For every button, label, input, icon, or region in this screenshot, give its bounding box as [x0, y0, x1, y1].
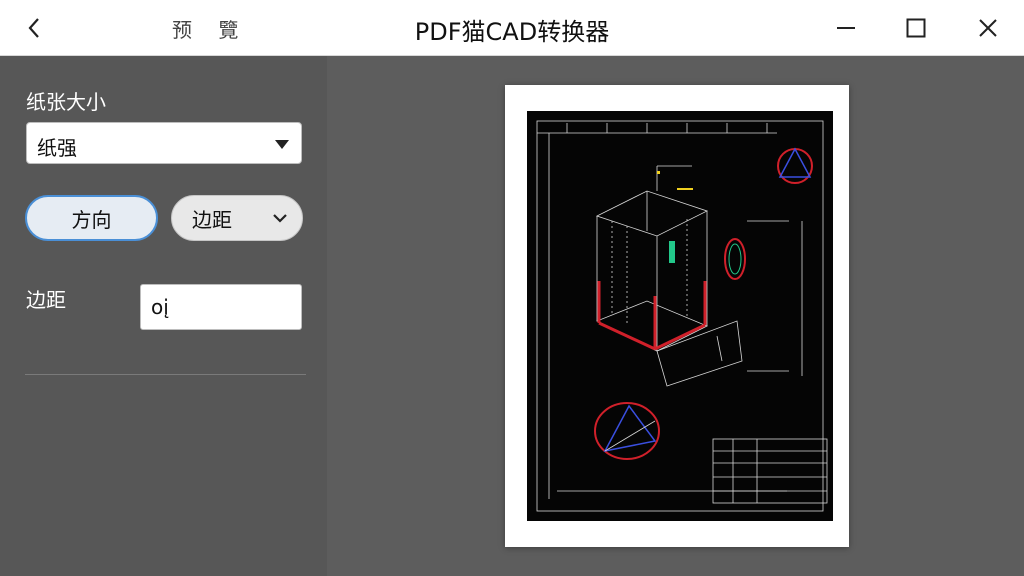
settings-sidebar: 纸张大小 纸强 方向 边距 边距 [0, 56, 327, 576]
paper-size-dropdown[interactable]: 纸强 [26, 122, 302, 164]
margin-button-label: 边距 [192, 207, 232, 232]
margin-input[interactable] [140, 284, 302, 330]
paper-size-label: 纸张大小 [26, 90, 106, 114]
margin-label: 边距 [26, 288, 66, 312]
sidebar-divider [25, 374, 306, 375]
title-bar: 预 覽 PDF猫CAD转换器 [0, 0, 1024, 56]
minimize-icon [837, 27, 855, 29]
close-button[interactable] [968, 8, 1008, 48]
preview-area [327, 56, 1024, 576]
minimize-button[interactable] [826, 8, 866, 48]
paper-size-value: 纸强 [37, 136, 77, 160]
close-icon [979, 19, 997, 37]
margin-dropdown-button[interactable]: 边距 [171, 195, 303, 241]
caret-down-icon [275, 140, 289, 149]
chevron-down-icon [273, 214, 287, 223]
maximize-button[interactable] [896, 8, 936, 48]
cad-drawing-image [527, 111, 833, 521]
preview-page [505, 85, 849, 547]
maximize-icon [906, 18, 926, 38]
cad-drawing-graphic [536, 120, 828, 512]
orientation-button[interactable]: 方向 [25, 195, 158, 241]
orientation-button-label: 方向 [71, 207, 112, 232]
app-window: 预 覽 PDF猫CAD转换器 纸张大小 纸强 方向 边距 边距 oį [0, 0, 1024, 576]
app-title: PDF猫CAD转换器 [414, 18, 610, 46]
